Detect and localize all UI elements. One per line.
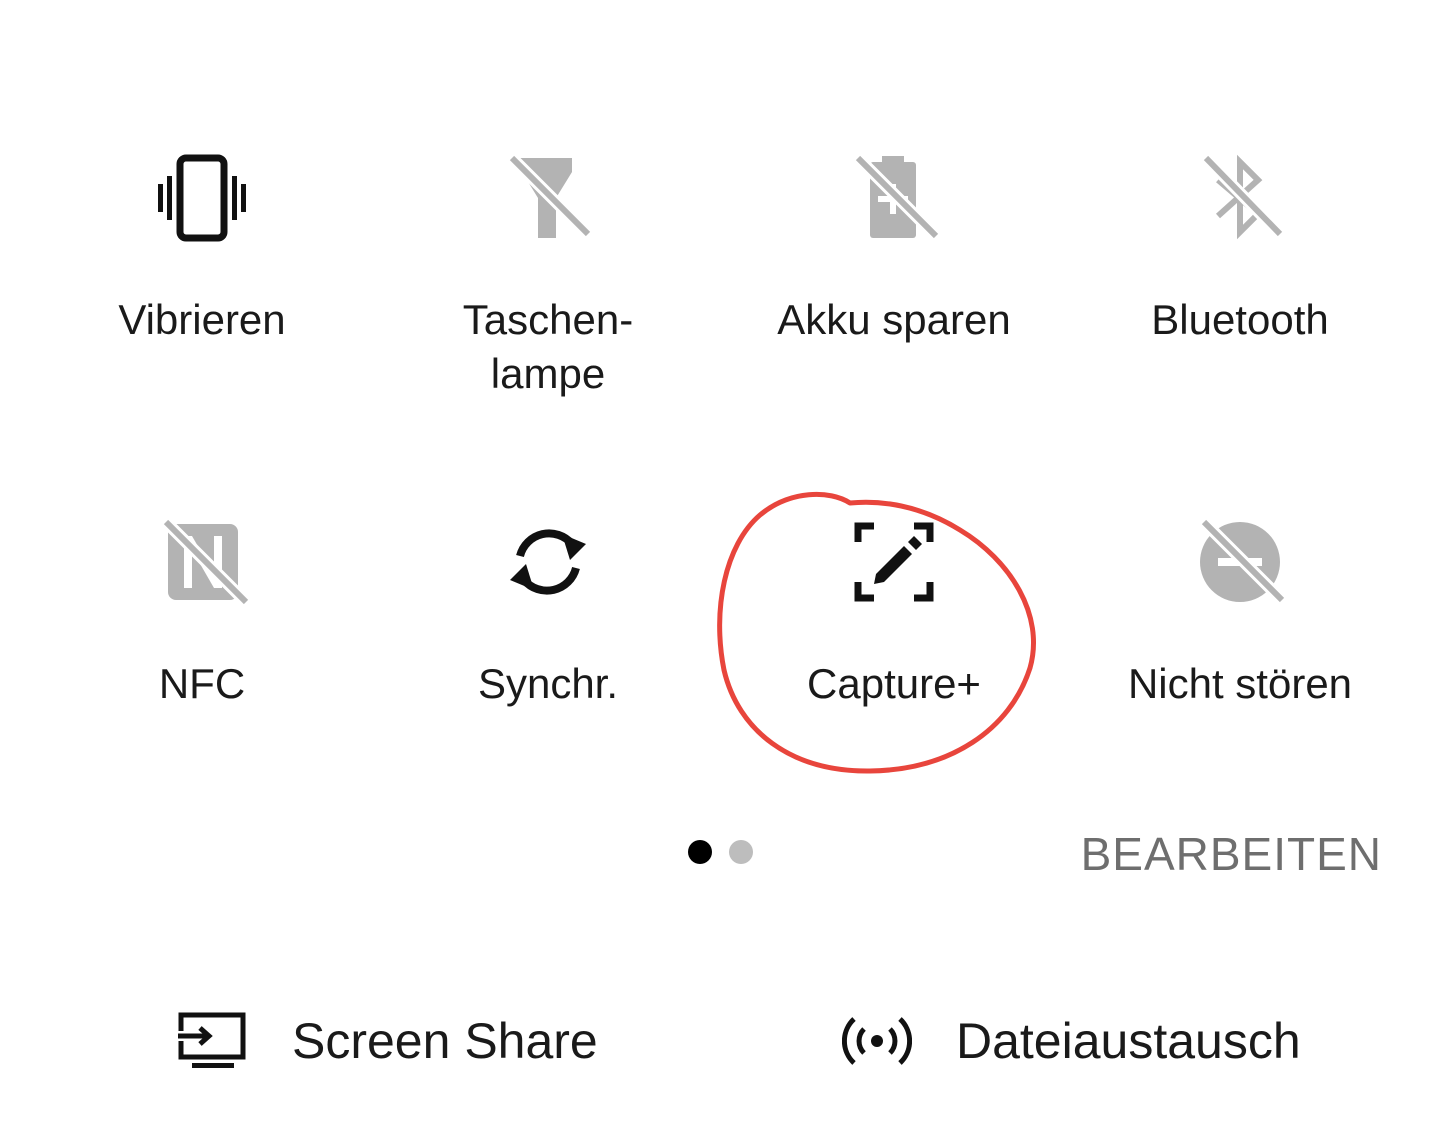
page-indicator-inactive[interactable] (729, 840, 753, 864)
screen-share-button[interactable]: Screen Share (178, 1006, 598, 1076)
tile-sync[interactable]: Synchr. (398, 514, 698, 711)
tile-flashlight[interactable]: Taschen- lampe (398, 150, 698, 401)
file-share-icon (841, 1011, 913, 1071)
battery-saver-off-icon (846, 150, 942, 246)
tile-label: Capture+ (807, 660, 981, 707)
tile-label: Nicht stören (1127, 660, 1353, 707)
do-not-disturb-off-icon (1192, 514, 1288, 610)
tile-label: Taschen- lampe (462, 296, 634, 397)
quick-settings-panel: Vibrieren Taschen- lampe Akku sparen Blu… (0, 0, 1440, 1141)
bluetooth-off-icon (1192, 150, 1288, 246)
tile-do-not-disturb[interactable]: Nicht stören (1090, 514, 1390, 711)
screen-share-label: Screen Share (292, 1013, 598, 1069)
file-share-button[interactable]: Dateiaustausch (841, 1006, 1301, 1076)
vibrate-icon (154, 150, 250, 246)
sync-icon (500, 514, 596, 610)
file-share-label: Dateiaustausch (956, 1013, 1301, 1069)
tile-label: NFC (158, 660, 246, 707)
capture-plus-icon (846, 514, 942, 610)
nfc-off-icon (154, 514, 250, 610)
page-indicator-active[interactable] (688, 840, 712, 864)
tile-vibrate[interactable]: Vibrieren (52, 150, 352, 347)
tile-label: Bluetooth (1151, 296, 1329, 343)
screen-share-icon (178, 1011, 248, 1071)
tile-bluetooth[interactable]: Bluetooth (1090, 150, 1390, 347)
tile-capture-plus[interactable]: Capture+ (744, 514, 1044, 711)
edit-button[interactable]: BEARBEITEN (1081, 826, 1382, 882)
tile-nfc[interactable]: NFC (52, 514, 352, 711)
tile-label: Synchr. (477, 660, 619, 707)
tile-label: Akku sparen (777, 296, 1011, 343)
flashlight-off-icon (500, 150, 596, 246)
tile-battery-saver[interactable]: Akku sparen (744, 150, 1044, 347)
tile-label: Vibrieren (118, 296, 286, 343)
